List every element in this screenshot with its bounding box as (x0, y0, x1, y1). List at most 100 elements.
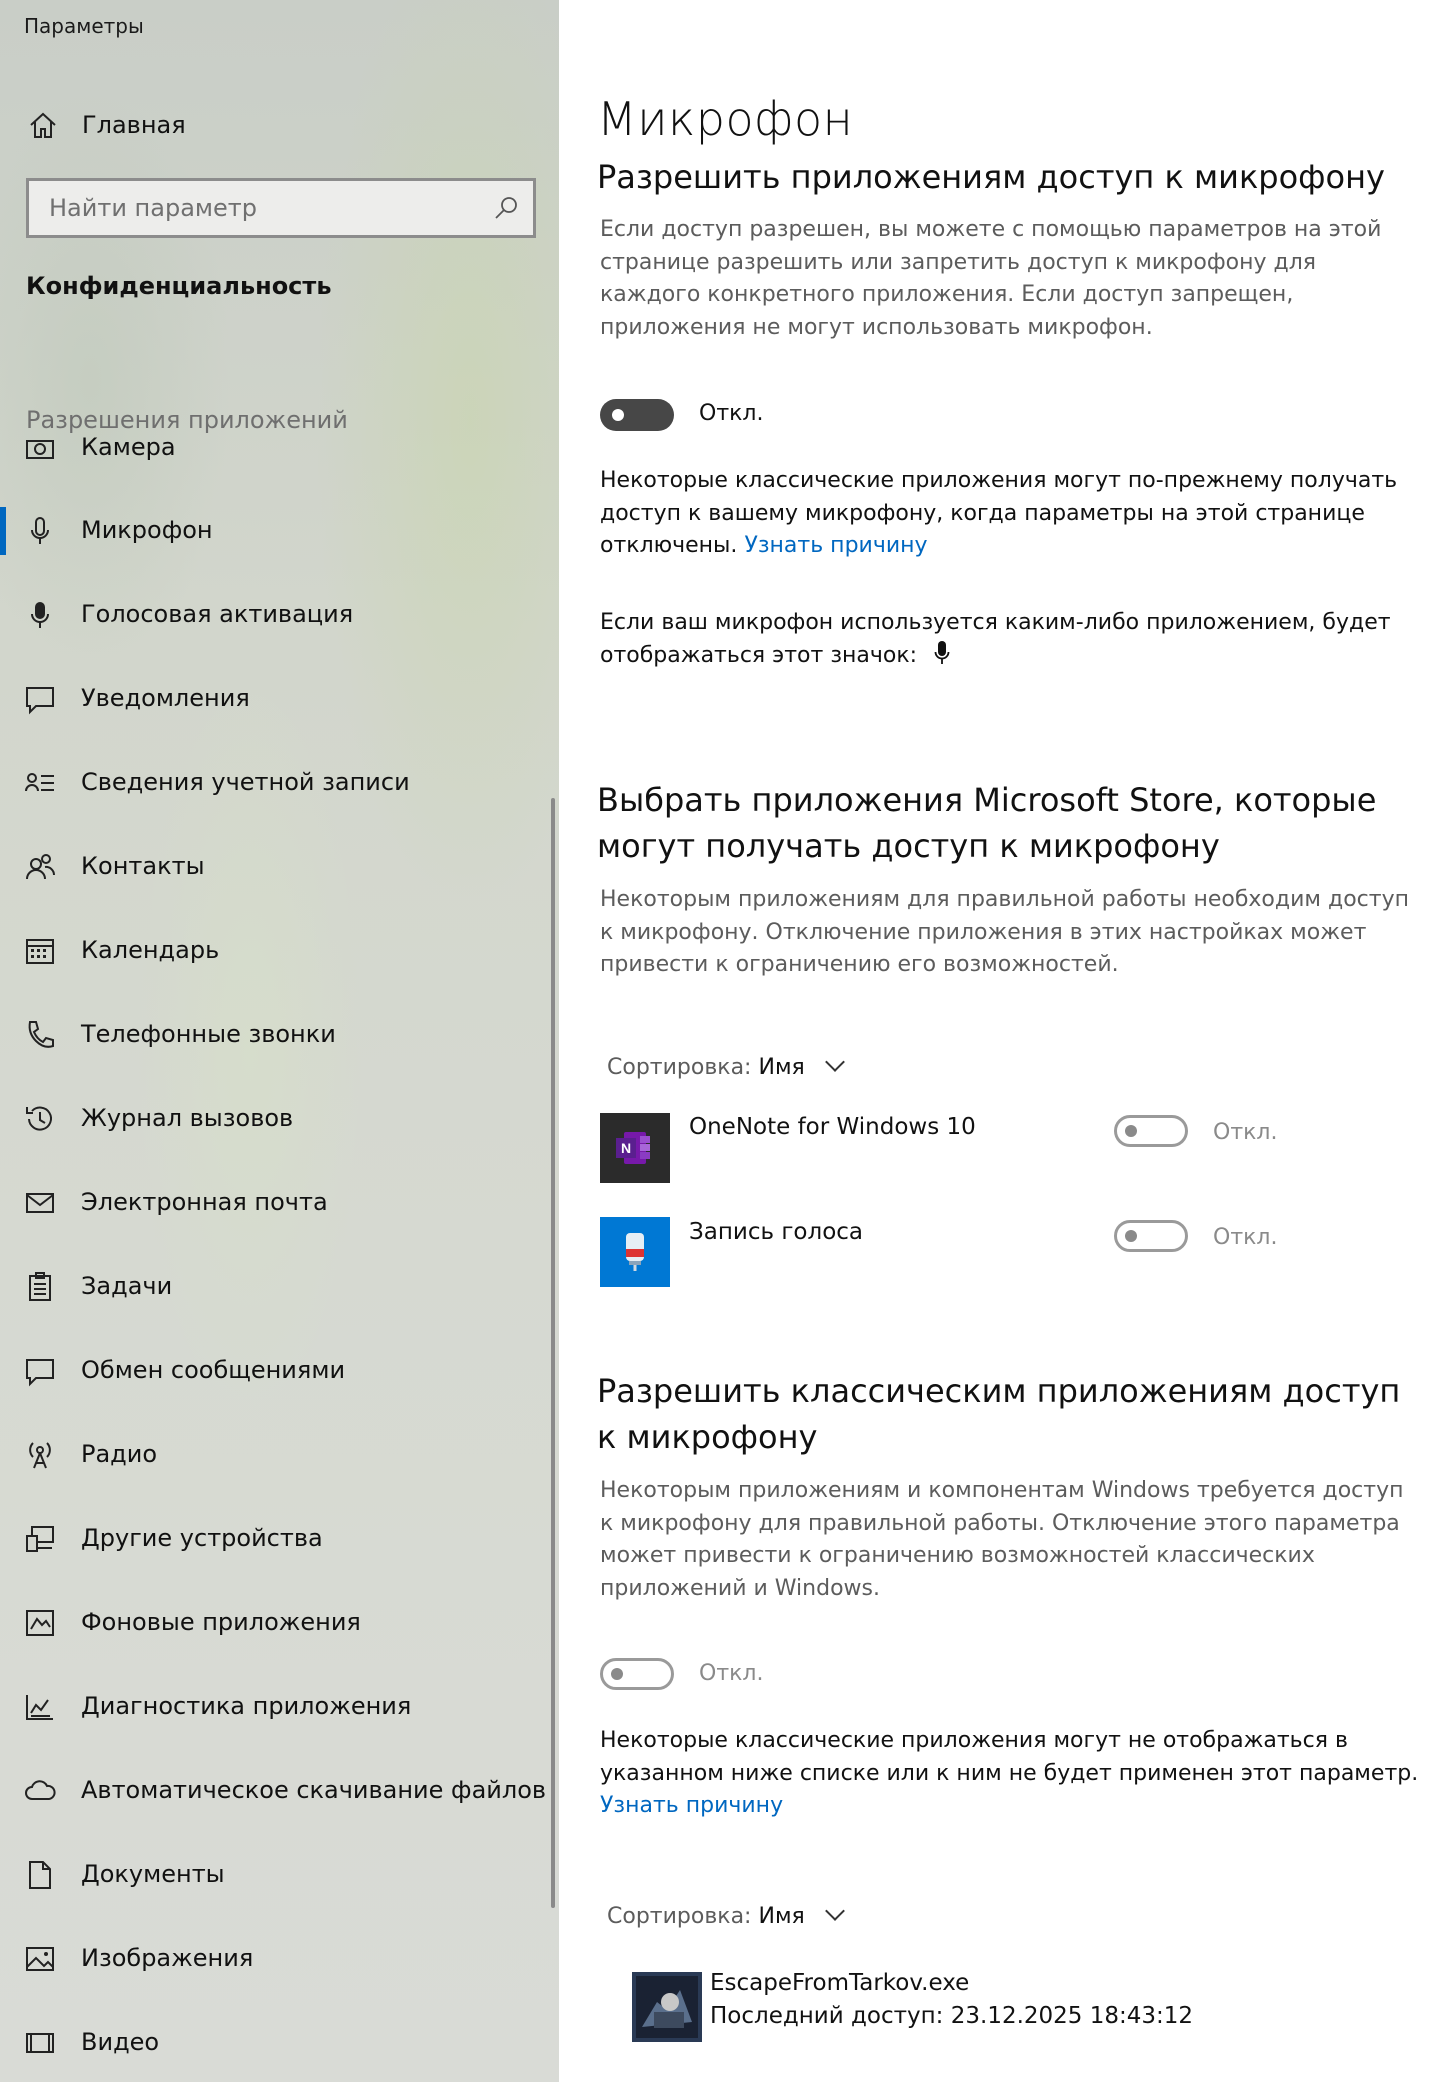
background-apps-icon (26, 1610, 54, 1636)
sort-value: Имя (758, 1055, 805, 1080)
sidebar-item-documents[interactable]: Документы (0, 1843, 550, 1907)
search-input[interactable]: Найти параметр (26, 178, 536, 238)
sidebar-item-radio[interactable]: Радио (0, 1423, 550, 1487)
voice-activation-icon (31, 602, 49, 628)
camera-icon (26, 440, 54, 459)
radio-icon (29, 1442, 51, 1469)
app-name-voice-recorder: Запись голоса (689, 1219, 864, 1245)
learn-why-link[interactable]: Узнать причину (744, 533, 927, 558)
sidebar-scrollbar[interactable] (551, 798, 555, 1908)
sidebar-item-label: Контакты (81, 852, 205, 880)
sidebar-item-tasks[interactable]: Задачи (0, 1255, 550, 1319)
sidebar-item-other-devices[interactable]: Другие устройства (0, 1507, 550, 1571)
note-text: Некоторые классические приложения могут … (600, 1728, 1419, 1786)
sidebar-item-microphone[interactable]: Микрофон (0, 499, 550, 563)
sidebar-item-label: Микрофон (81, 516, 213, 544)
page-title: Микрофон (597, 92, 854, 146)
desktop-section-heading: Разрешить классическим приложениям досту… (597, 1372, 1401, 1456)
microphone-indicator-icon (934, 640, 950, 664)
sidebar-item-notifications[interactable]: Уведомления (0, 667, 550, 731)
voice-recorder-state: Откл. (1213, 1225, 1278, 1250)
sidebar-item-label: Задачи (81, 1272, 173, 1300)
store-section-heading: Выбрать приложения Microsoft Store, кото… (597, 781, 1377, 865)
sidebar-item-label: Сведения учетной записи (81, 768, 410, 796)
sidebar-item-label: Изображения (81, 1944, 254, 1972)
section-title: Конфиденциальность (26, 272, 332, 300)
note-text: Некоторые классические приложения могут … (600, 468, 1398, 558)
active-indicator (0, 507, 6, 555)
sidebar-item-phone-calls[interactable]: Телефонные звонки (0, 1003, 550, 1067)
sidebar-item-label: Телефонные звонки (81, 1020, 336, 1048)
group-label: Разрешения приложений (26, 406, 348, 434)
sidebar-item-voice-activation[interactable]: Голосовая активация (0, 583, 550, 647)
desktop-sort-dropdown[interactable]: Сортировка: Имя (607, 1901, 845, 1929)
window-title: Параметры (24, 14, 144, 38)
sidebar-item-account-info[interactable]: Сведения учетной записи (0, 751, 550, 815)
sidebar-item-video[interactable]: Видео (0, 2011, 550, 2075)
sidebar-item-label: Уведомления (81, 684, 250, 712)
mic-indicator-note: Если ваш микрофон используется каким-либ… (600, 607, 1420, 672)
home-icon (30, 112, 56, 138)
store-section-description: Некоторым приложениям для правильной раб… (600, 887, 1409, 977)
nav-list: Камера Микрофон Голосовая активация Увед… (0, 436, 559, 2082)
store-sort-dropdown[interactable]: Сортировка: Имя (607, 1052, 845, 1080)
desktop-section-note: Некоторые классические приложения могут … (600, 1725, 1420, 1823)
sidebar-item-label: Другие устройства (81, 1524, 323, 1552)
microphone-icon (31, 517, 49, 544)
chevron-down-icon (824, 1052, 845, 1072)
app-last-access: Последний доступ: 23.12.2025 18:43:12 (710, 2003, 1194, 2029)
indicator-text: Если ваш микрофон используется каким-либ… (600, 610, 1391, 668)
sidebar-item-auto-download[interactable]: Автоматическое скачивание файлов (0, 1759, 550, 1823)
svg-text:N: N (621, 1140, 631, 1156)
onenote-state: Откл. (1213, 1120, 1278, 1145)
search-icon (495, 197, 517, 219)
calendar-icon (26, 939, 54, 964)
sidebar-item-label: Автоматическое скачивание файлов (81, 1776, 547, 1804)
sidebar-item-contacts[interactable]: Контакты (0, 835, 550, 899)
pictures-icon (26, 1947, 54, 1971)
allow-access-toggle[interactable] (600, 399, 674, 431)
desktop-section-description: Некоторым приложениям и компонентам Wind… (600, 1478, 1404, 1601)
account-info-icon (25, 773, 54, 792)
sidebar-item-email[interactable]: Электронная почта (0, 1171, 550, 1235)
sidebar-item-label: Фоновые приложения (81, 1608, 361, 1636)
sidebar-item-pictures[interactable]: Изображения (0, 1927, 550, 1991)
escape-from-tarkov-icon (632, 1972, 702, 2042)
sidebar-item-app-diagnostics[interactable]: Диагностика приложения (0, 1675, 550, 1739)
sidebar-item-label: Диагностика приложения (81, 1692, 412, 1720)
notifications-icon (26, 687, 54, 715)
phone-icon (28, 1021, 54, 1048)
home-nav-item[interactable]: Главная (0, 98, 559, 154)
sidebar-item-label: Электронная почта (81, 1188, 328, 1216)
video-icon (26, 2033, 54, 2053)
sidebar-item-call-history[interactable]: Журнал вызовов (0, 1087, 550, 1151)
messaging-icon (26, 1359, 54, 1387)
sidebar-item-calendar[interactable]: Календарь (0, 919, 550, 983)
sort-label: Сортировка: (607, 1904, 752, 1929)
sidebar-item-camera[interactable]: Камера (0, 436, 550, 480)
sidebar-item-messaging[interactable]: Обмен сообщениями (0, 1339, 550, 1403)
learn-why-link[interactable]: Узнать причину (600, 1793, 783, 1818)
sort-value: Имя (758, 1904, 805, 1929)
onenote-toggle[interactable] (1114, 1115, 1188, 1147)
sidebar-item-background-apps[interactable]: Фоновые приложения (0, 1591, 550, 1655)
home-label: Главная (82, 111, 186, 139)
allow-access-state: Откл. (699, 401, 764, 426)
other-devices-icon (26, 1526, 54, 1552)
app-diagnostics-icon (26, 1695, 53, 1720)
chevron-down-icon (824, 1901, 845, 1921)
sidebar: Параметры Главная Найти параметр Конфиде… (0, 0, 559, 2082)
sidebar-item-label: Камера (81, 436, 176, 461)
contacts-icon (26, 854, 56, 880)
app-name-onenote: OneNote for Windows 10 (689, 1114, 976, 1140)
allow-section-description: Если доступ разрешен, вы можете с помощь… (600, 217, 1382, 340)
sidebar-item-label: Календарь (81, 936, 220, 964)
allow-section-note: Некоторые классические приложения могут … (600, 465, 1420, 563)
sidebar-item-label: Документы (81, 1860, 225, 1888)
sidebar-item-label: Радио (81, 1440, 158, 1468)
voice-recorder-toggle[interactable] (1114, 1220, 1188, 1252)
app-name-tarkov: EscapeFromTarkov.exe (710, 1970, 970, 1996)
sort-label: Сортировка: (607, 1055, 752, 1080)
desktop-access-toggle[interactable] (600, 1658, 674, 1690)
tasks-icon (29, 1272, 51, 1301)
